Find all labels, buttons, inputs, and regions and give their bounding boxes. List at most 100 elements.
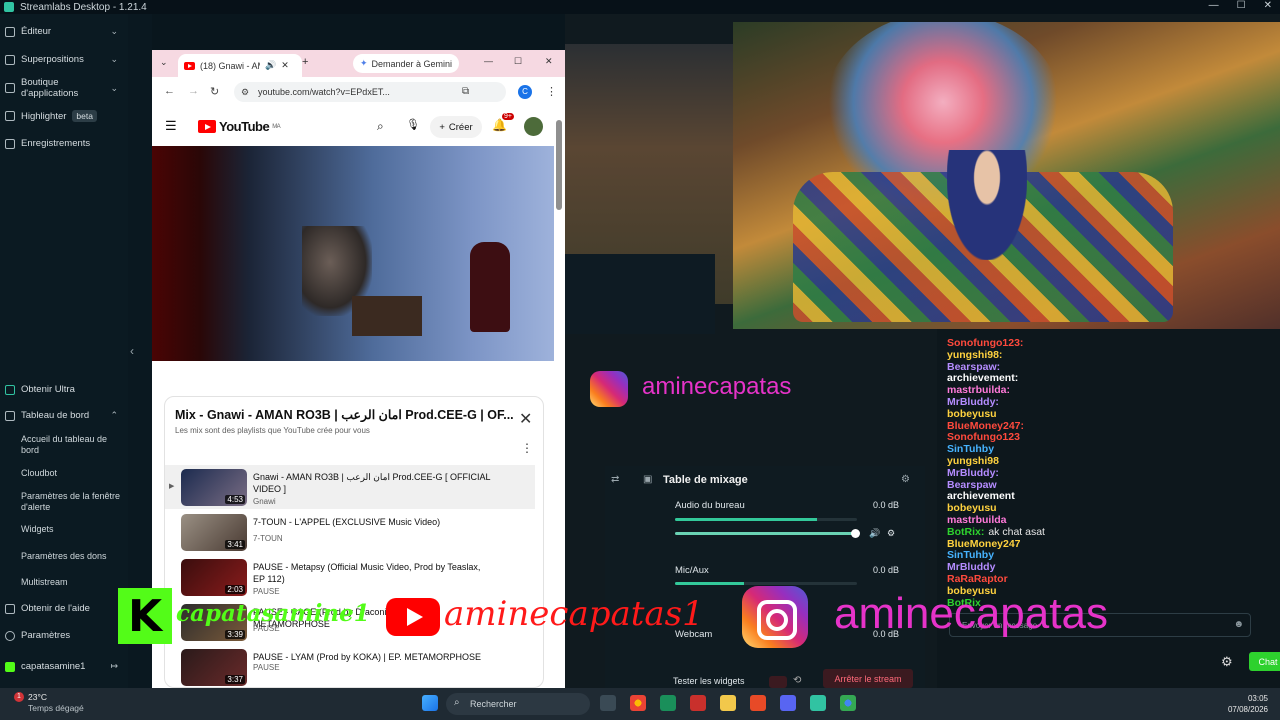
file-explorer-icon[interactable] bbox=[720, 695, 736, 711]
sidebar-item-settings[interactable]: Paramètres bbox=[0, 630, 128, 641]
chat-username[interactable]: MrBluddy: bbox=[947, 467, 999, 479]
search-icon[interactable]: ⌕ bbox=[377, 119, 384, 134]
windows-start-icon[interactable] bbox=[422, 695, 438, 711]
chat-username[interactable]: mastrbuilda: bbox=[947, 384, 1010, 396]
edge-icon[interactable] bbox=[660, 695, 676, 711]
mix-title[interactable]: Mix - Gnawi - AMAN RO3B | امان الرعب Pro… bbox=[175, 407, 515, 422]
tab-youtube[interactable]: (18) Gnawi - AMAN RO3B 🔊 ✕ bbox=[178, 54, 302, 77]
stop-stream-button[interactable]: Arrêter le stream bbox=[823, 669, 913, 688]
chat-username[interactable]: BlueMoney247: bbox=[947, 420, 1024, 432]
slider-knob[interactable] bbox=[851, 529, 860, 538]
task-view-icon[interactable] bbox=[600, 695, 616, 711]
site-info-icon[interactable]: ⚙ bbox=[241, 87, 249, 98]
close-button[interactable]: ✕ bbox=[1264, 0, 1272, 11]
page-scrollbar[interactable] bbox=[556, 120, 562, 210]
chat-username[interactable]: archievement bbox=[947, 490, 1015, 502]
mixer-toggle-icon[interactable]: ⇄ bbox=[611, 474, 619, 485]
chat-settings-icon[interactable]: ⚙ bbox=[1221, 654, 1233, 670]
youtube-logo[interactable]: YouTube MA bbox=[198, 119, 281, 134]
chat-username[interactable]: MrBluddy: bbox=[947, 396, 999, 408]
chat-username[interactable]: mastrbuilda bbox=[947, 514, 1007, 526]
chat-username[interactable]: MrBluddy bbox=[947, 561, 995, 573]
taskbar-search[interactable]: ⌕ Rechercher bbox=[446, 693, 590, 715]
profile-avatar[interactable]: C bbox=[518, 85, 532, 99]
adobe-icon[interactable] bbox=[690, 695, 706, 711]
playlist-item[interactable]: 2:03 PAUSE - Metapsy (Official Music Vid… bbox=[165, 555, 535, 599]
chat-username[interactable]: bobeyusu bbox=[947, 502, 997, 514]
playlist-item[interactable]: 3:37 PAUSE - LYAM (Prod by KOKA) | EP. M… bbox=[165, 645, 535, 687]
playlist-item[interactable]: 3:39 PAUSE - CAGE (Prod by Draconix) | E… bbox=[165, 600, 535, 644]
sidebar-item-recordings[interactable]: Enregistrements bbox=[0, 138, 128, 149]
replay-buffer-icon[interactable]: ⟲ bbox=[793, 675, 801, 686]
streamlabs-icon[interactable] bbox=[810, 695, 826, 711]
sidebar-item-editor[interactable]: Éditeur ⌄ bbox=[0, 26, 128, 37]
chat-username[interactable]: Sonofungo123 bbox=[947, 431, 1020, 443]
chat-username[interactable]: BotRix: bbox=[947, 526, 984, 538]
sidebar-item-highlighter[interactable]: Highlighter beta bbox=[0, 110, 128, 122]
chat-username[interactable]: Sonofungo123: bbox=[947, 337, 1023, 349]
create-button[interactable]: + Créer bbox=[430, 116, 482, 138]
chevron-down-icon[interactable]: ⌄ bbox=[110, 83, 118, 94]
tab-list-icon[interactable]: ⌄ bbox=[160, 57, 168, 68]
sidebar-item-help[interactable]: Obtenir de l'aide bbox=[0, 603, 128, 614]
chrome-icon[interactable] bbox=[630, 695, 646, 711]
sidebar-subitem-alert-settings[interactable]: Paramètres de la fenêtre d'alerte bbox=[21, 491, 121, 513]
sidebar-item-ultra[interactable]: Obtenir Ultra bbox=[0, 384, 128, 395]
chat-send-button[interactable]: Chat bbox=[1249, 652, 1280, 671]
sidebar-subitem-widgets[interactable]: Widgets bbox=[21, 524, 121, 535]
browser-menu-icon[interactable]: ⋮ bbox=[546, 85, 557, 98]
chat-username[interactable]: yungshi98: bbox=[947, 349, 1002, 361]
microphone-icon[interactable]: 🎙 bbox=[406, 118, 420, 131]
sidebar-item-dashboard[interactable]: Tableau de bord ⌃ bbox=[0, 410, 128, 421]
chat-username[interactable]: Bearspaw bbox=[947, 479, 997, 491]
playlist-item[interactable]: 3:41 7-TOUN - L'APPEL (EXCLUSIVE Music V… bbox=[165, 510, 535, 554]
test-widgets-label[interactable]: Tester les widgets bbox=[673, 676, 745, 686]
weather-widget[interactable]: 23°C Temps dégagé bbox=[28, 692, 84, 714]
channel-settings-icon[interactable]: ⚙ bbox=[887, 528, 895, 539]
logout-icon[interactable]: ↦ bbox=[110, 661, 118, 672]
sidebar-subitem-dashboard-home[interactable]: Accueil du tableau de bord bbox=[21, 434, 121, 456]
emoji-icon[interactable]: ☻ bbox=[1233, 619, 1244, 630]
sidebar-subitem-cloudbot[interactable]: Cloudbot bbox=[21, 468, 121, 479]
tab-close-icon[interactable]: ✕ bbox=[281, 60, 289, 71]
chevron-down-icon[interactable]: ⌄ bbox=[110, 26, 118, 37]
chat-username[interactable]: archievement: bbox=[947, 372, 1018, 384]
bell-icon[interactable]: 🔔 bbox=[492, 118, 507, 132]
new-tab-button[interactable]: + bbox=[302, 56, 308, 68]
volume-slider[interactable] bbox=[675, 529, 860, 538]
sidebar-item-account[interactable]: capatasamine1 ↦ bbox=[0, 661, 128, 672]
chevron-down-icon[interactable]: ⌄ bbox=[110, 54, 118, 65]
collapse-chevron-icon[interactable]: ‹ bbox=[130, 344, 134, 358]
speaker-icon[interactable]: 🔊 bbox=[869, 528, 880, 539]
back-arrow-icon[interactable]: ← bbox=[164, 85, 175, 97]
sidebar-subitem-donation-settings[interactable]: Paramètres des dons bbox=[21, 551, 121, 562]
extensions-icon[interactable]: ⧉ bbox=[462, 86, 469, 97]
brave-icon[interactable] bbox=[750, 695, 766, 711]
minimize-button[interactable]: — bbox=[1209, 0, 1219, 11]
chat-username[interactable]: RaRaRaptor bbox=[947, 573, 1008, 585]
sidebar-item-app-store[interactable]: Boutique d'applications ⌄ bbox=[0, 77, 128, 99]
chevron-up-icon[interactable]: ⌃ bbox=[110, 410, 118, 421]
more-options-icon[interactable]: ⋮ bbox=[521, 441, 533, 455]
chat-username[interactable]: bobeyusu bbox=[947, 585, 997, 597]
sidebar-item-overlays[interactable]: Superpositions ⌄ bbox=[0, 54, 128, 65]
chat-username[interactable]: SinTuhby bbox=[947, 549, 994, 561]
mixer-settings-icon[interactable]: ⚙ bbox=[901, 474, 910, 485]
forward-arrow-icon[interactable]: → bbox=[188, 85, 199, 97]
close-icon[interactable]: ✕ bbox=[519, 409, 532, 429]
chrome-alt-icon[interactable] bbox=[840, 695, 856, 711]
chat-username[interactable]: yungshi98 bbox=[947, 455, 999, 467]
system-clock[interactable]: 03:05 07/08/2026 bbox=[1206, 693, 1268, 715]
chat-username[interactable]: BotRix bbox=[947, 597, 981, 609]
chat-input[interactable]: Envoyer un message ☻ bbox=[949, 613, 1251, 637]
maximize-button[interactable]: ☐ bbox=[1237, 0, 1246, 11]
user-avatar[interactable] bbox=[524, 117, 543, 136]
chat-username[interactable]: bobeyusu bbox=[947, 408, 997, 420]
window-minimize-button[interactable]: — bbox=[484, 56, 493, 66]
reload-icon[interactable]: ↻ bbox=[210, 85, 219, 98]
sidebar-subitem-multistream[interactable]: Multistream bbox=[21, 577, 121, 588]
chat-username[interactable]: Bearspaw: bbox=[947, 361, 1000, 373]
discord-icon[interactable] bbox=[780, 695, 796, 711]
video-player[interactable] bbox=[152, 146, 554, 361]
hamburger-menu-icon[interactable]: ☰ bbox=[165, 118, 177, 134]
